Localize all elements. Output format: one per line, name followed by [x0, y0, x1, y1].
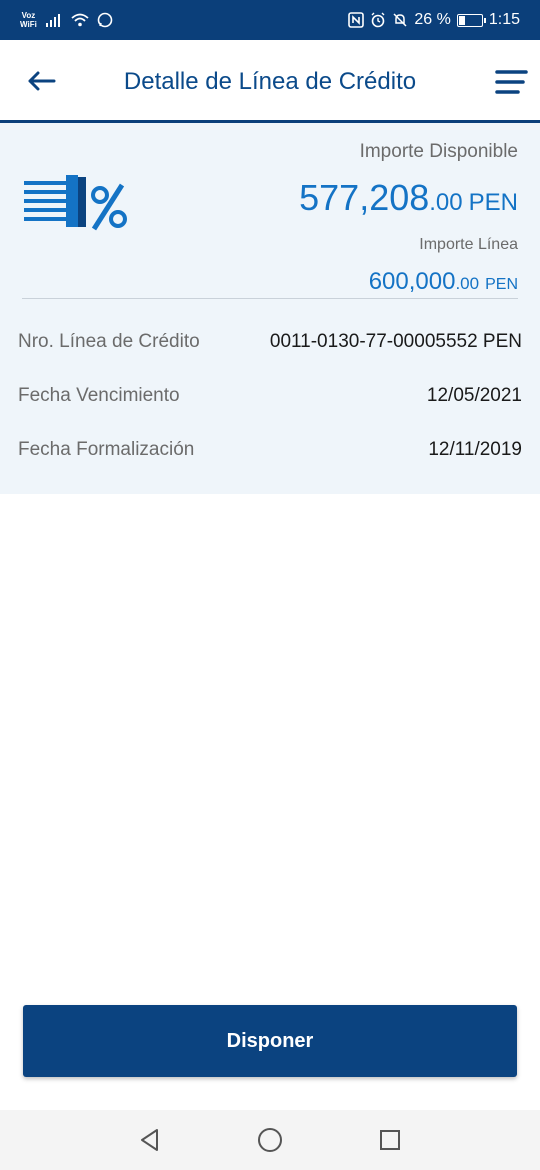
detail-label: Nro. Línea de Crédito: [18, 331, 200, 352]
carrier-top-label: Voz: [21, 11, 36, 20]
signal-icon: [45, 14, 60, 27]
available-amount: 577,208.00 PEN: [299, 177, 518, 219]
square-recents-icon: [380, 1130, 400, 1150]
menu-button[interactable]: [494, 68, 528, 96]
battery-icon: [456, 13, 486, 27]
status-bar: Voz WiFi 26 % 1:15: [0, 0, 540, 40]
nav-recents-button[interactable]: [370, 1120, 410, 1160]
summary-divider: [22, 298, 518, 299]
nav-home-button[interactable]: [250, 1120, 290, 1160]
available-amount-currency: PEN: [468, 189, 518, 216]
detail-label: Fecha Vencimiento: [18, 385, 180, 406]
triangle-back-icon: [141, 1129, 158, 1151]
status-right: 26 % 1:15: [348, 11, 520, 29]
line-amount-label: Importe Línea: [419, 236, 518, 253]
clock: 1:15: [488, 11, 520, 28]
status-left: Voz WiFi: [20, 11, 113, 29]
circle-home-icon: [258, 1128, 282, 1152]
line-amount-decimals: .00: [455, 274, 480, 293]
mute-bell-icon: [393, 13, 407, 27]
line-amount: 600,000.00 PEN: [369, 268, 518, 296]
detail-row-credit-line-number: Nro. Línea de Crédito 0011-0130-77-00005…: [18, 328, 522, 356]
menu-icon: [495, 70, 528, 94]
credit-line-summary: Importe Disponible 577,208.00 PEN Importe…: [0, 123, 540, 494]
line-amount-currency: PEN: [485, 276, 518, 293]
system-nav-bar: [0, 1110, 540, 1170]
detail-label: Fecha Formalización: [18, 439, 195, 460]
detail-value: 12/11/2019: [428, 439, 522, 460]
available-amount-label: Importe Disponible: [359, 141, 518, 162]
available-amount-decimals: .00: [429, 189, 463, 216]
battery-percent: 26 %: [414, 11, 451, 28]
detail-row-due-date: Fecha Vencimiento 12/05/2021: [18, 382, 522, 410]
voz-wifi-indicator: Voz WiFi: [20, 11, 37, 29]
nfc-icon: [348, 12, 365, 28]
detail-value: 0011-0130-77-00005552 PEN: [269, 331, 522, 352]
line-amount-int: 600,000: [368, 268, 456, 295]
detail-row-formalization-date: Fecha Formalización 12/11/2019: [18, 436, 522, 464]
carrier-bottom-label: WiFi: [20, 20, 37, 29]
available-amount-int: 577,208: [299, 177, 430, 218]
whatsapp-icon: [97, 12, 113, 28]
wifi-icon: [71, 13, 89, 27]
credit-line-icon: [24, 175, 127, 231]
app-header: Detalle de Línea de Crédito: [0, 40, 540, 120]
nav-back-button[interactable]: [130, 1120, 170, 1160]
alarm-icon: [371, 12, 385, 28]
page-title: Detalle de Línea de Crédito: [123, 68, 417, 95]
disponer-button[interactable]: Disponer: [23, 1005, 517, 1077]
detail-value: 12/05/2021: [426, 385, 522, 406]
